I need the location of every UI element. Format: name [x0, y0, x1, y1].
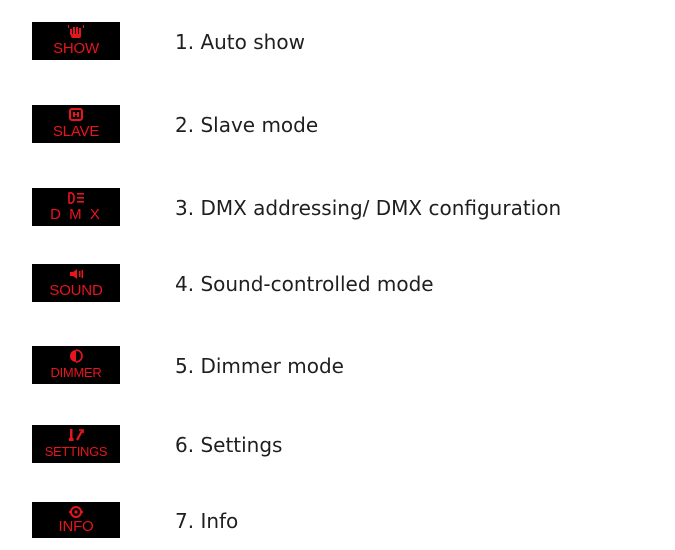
info-key-label: INFO: [58, 518, 94, 535]
settings-text: 6. Settings: [175, 433, 283, 457]
dimmer-key-label: DIMMER: [50, 365, 102, 380]
linked-devices-icon: [32, 108, 120, 122]
info-gear-icon: [32, 505, 120, 519]
info-key[interactable]: INFO: [32, 502, 120, 538]
slave-key[interactable]: SLAVE: [32, 105, 120, 143]
dmx-key[interactable]: D M X: [32, 188, 120, 226]
show-key[interactable]: SHOW: [32, 22, 120, 60]
menu-item-dimmer: DIMMER 5. Dimmer mode: [0, 338, 675, 394]
spotlight-icon: [32, 191, 120, 205]
menu-item-dmx: D M X 3. DMX addressing/ DMX configurati…: [0, 180, 675, 236]
sound-controlled-text: 4. Sound-controlled mode: [175, 272, 434, 296]
slave-mode-text: 2. Slave mode: [175, 113, 319, 137]
slave-key-label: SLAVE: [52, 123, 100, 140]
menu-item-info: INFO 7. Info: [0, 494, 675, 550]
tools-icon: [32, 428, 120, 442]
menu-item-slave-mode: SLAVE 2. Slave mode: [0, 97, 675, 153]
info-text: 7. Info: [175, 509, 239, 533]
dimmer-key[interactable]: DIMMER: [32, 346, 120, 384]
show-key-label: SHOW: [53, 40, 99, 57]
dmx-key-label: D M X: [50, 206, 102, 223]
sound-key[interactable]: SOUND: [32, 264, 120, 302]
settings-key-label: SETTINGS: [44, 444, 108, 459]
hand-wave-icon: [32, 25, 120, 39]
dimmer-bulb-icon: [32, 349, 120, 363]
sound-key-label: SOUND: [49, 282, 103, 299]
auto-show-text: 1. Auto show: [175, 30, 305, 54]
menu-item-sound: SOUND 4. Sound-controlled mode: [0, 256, 675, 312]
menu-item-settings: SETTINGS 6. Settings: [0, 417, 675, 473]
settings-key[interactable]: SETTINGS: [32, 425, 120, 463]
menu-item-auto-show: SHOW 1. Auto show: [0, 14, 675, 70]
dimmer-mode-text: 5. Dimmer mode: [175, 354, 344, 378]
dmx-addressing-text: 3. DMX addressing/ DMX configuration: [175, 196, 562, 220]
speaker-icon: [32, 267, 120, 281]
